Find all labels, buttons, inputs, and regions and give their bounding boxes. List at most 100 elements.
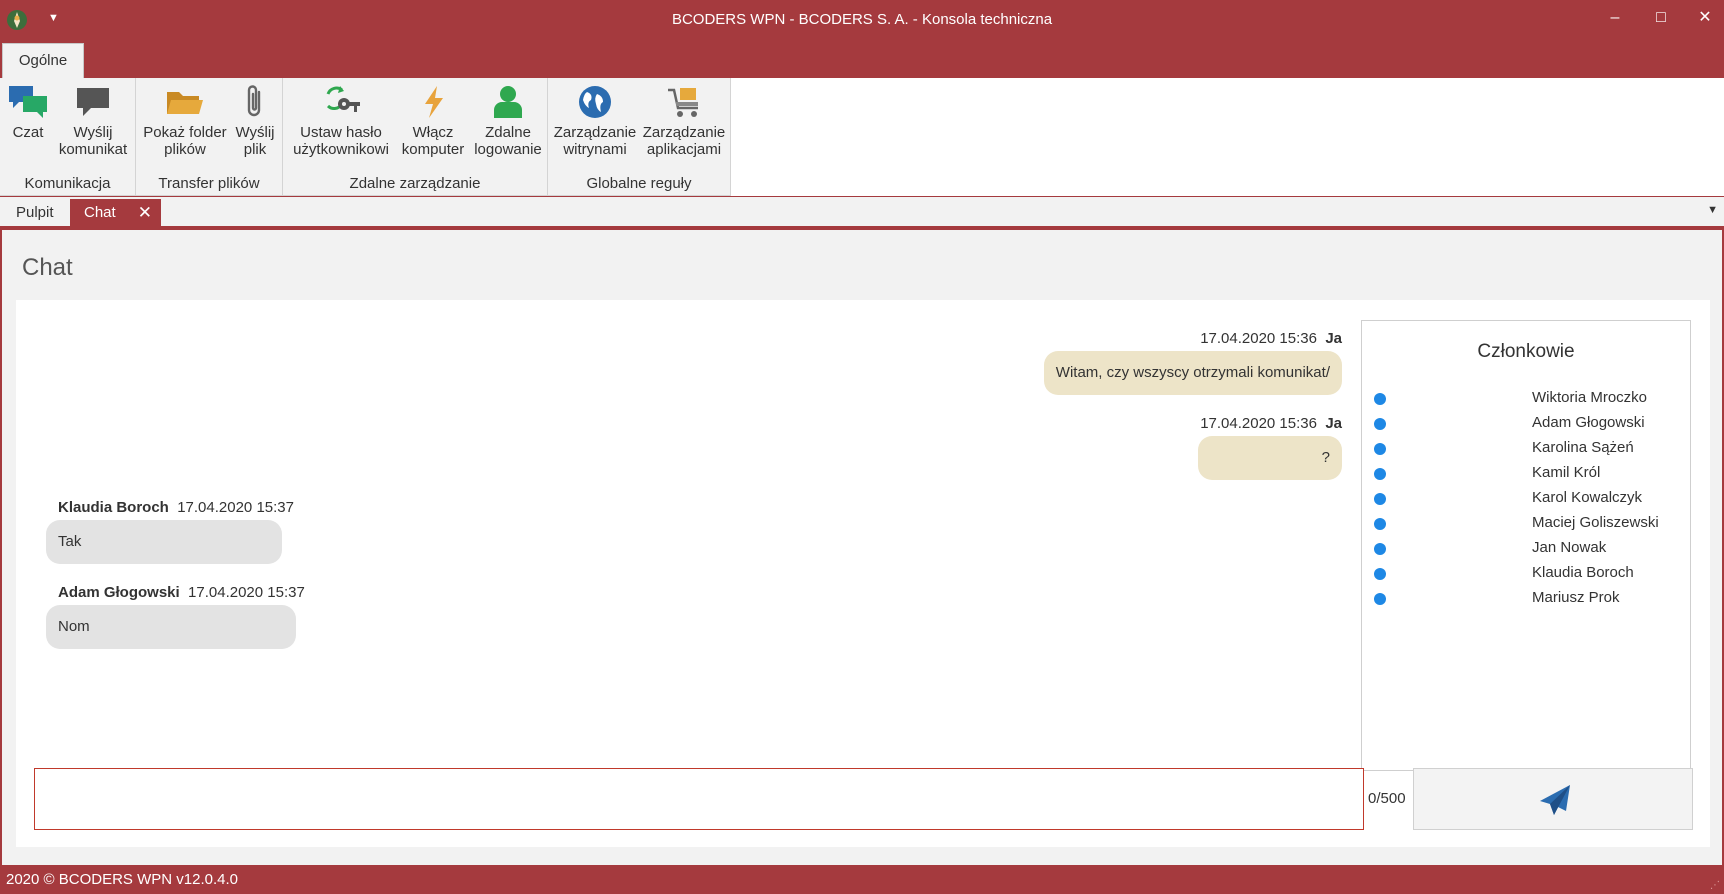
message-time: 17.04.2020 15:37	[177, 499, 294, 516]
member-name: Wiktoria Mroczko	[1532, 389, 1648, 406]
message-bubble: Witam, czy wszyscy otrzymali komunikat/	[1043, 351, 1342, 395]
member-item[interactable]: Mariusz Prok	[1362, 588, 1690, 613]
member-name: Jan Nowak	[1532, 539, 1607, 556]
group-label: Zdalne zarządzanie	[349, 175, 481, 192]
chat-message-outgoing: 17.04.2020 15:36 Ja ?	[1198, 415, 1342, 480]
online-status-icon	[1374, 543, 1386, 555]
members-title: Członkowie	[1477, 341, 1575, 362]
manage-sites-button[interactable]: Zarządzanie witrynami	[552, 84, 638, 158]
member-name: Mariusz Prok	[1532, 589, 1620, 606]
chat-panel: 17.04.2020 15:36 Ja Witam, czy wszyscy o…	[16, 300, 1710, 847]
member-item[interactable]: Adam Głogowski	[1362, 413, 1690, 438]
message-bubble: Nom	[46, 605, 296, 649]
chat-button[interactable]: Czat	[6, 84, 50, 141]
group-label: Transfer plików	[158, 175, 260, 192]
message-meta: 17.04.2020 15:36 Ja	[1198, 415, 1342, 432]
online-status-icon	[1374, 493, 1386, 505]
tabs-dropdown-icon[interactable]: ▼	[1707, 204, 1718, 216]
message-icon	[77, 88, 109, 116]
member-item[interactable]: Klaudia Boroch	[1362, 563, 1690, 588]
member-item[interactable]: Karol Kowalczyk	[1362, 488, 1690, 513]
member-item[interactable]: Wiktoria Mroczko	[1362, 388, 1690, 413]
cart-icon	[668, 88, 698, 117]
ribbon-group-zdalne: Ustaw hasło użytkownikowi Włącz komputer…	[283, 78, 548, 196]
message-bubble: Tak	[46, 520, 282, 564]
copyright-text: 2020 © BCODERS WPN v12.0.4.0	[6, 871, 238, 888]
member-item[interactable]: Karolina Sążeń	[1362, 438, 1690, 463]
resize-grip-icon[interactable]: ⋰	[1710, 872, 1720, 894]
online-status-icon	[1374, 593, 1386, 605]
send-file-button[interactable]: Wyślij plik	[232, 84, 278, 158]
lightning-icon	[425, 86, 443, 118]
message-author: Ja	[1325, 330, 1342, 347]
tab-pulpit[interactable]: Pulpit	[2, 199, 68, 228]
online-status-icon	[1374, 418, 1386, 430]
message-author: Ja	[1325, 415, 1342, 432]
wake-computer-button[interactable]: Włącz komputer	[395, 84, 471, 158]
send-paper-plane-icon	[1540, 785, 1570, 815]
send-message-button[interactable]: Wyślij komunikat	[56, 84, 130, 158]
tab-chat-label: Chat	[84, 204, 116, 221]
window-title: BCODERS WPN - BCODERS S. A. - Konsola te…	[671, 11, 1053, 28]
title-bar: ▼ BCODERS WPN - BCODERS S. A. - Konsola …	[0, 0, 1724, 40]
ribbon-group-globalne: Zarządzanie witrynami Zarządzanie aplika…	[548, 78, 731, 196]
group-label: Globalne reguły	[586, 175, 692, 192]
close-button[interactable]: ✕	[1690, 6, 1720, 32]
chat-message-incoming: Adam Głogowski 17.04.2020 15:37 Nom	[46, 584, 305, 649]
member-name: Adam Głogowski	[1532, 414, 1645, 431]
chat-page: Chat 17.04.2020 15:36 Ja Witam, czy wszy…	[2, 230, 1722, 865]
maximize-button[interactable]: □	[1646, 6, 1676, 32]
online-status-icon	[1374, 568, 1386, 580]
member-item[interactable]: Maciej Goliszewski	[1362, 513, 1690, 538]
ribbon-group-transfer: Pokaż folder plików Wyślij plik Transfer…	[136, 78, 283, 196]
folder-icon	[167, 92, 203, 114]
online-status-icon	[1374, 518, 1386, 530]
message-meta: Klaudia Boroch 17.04.2020 15:37	[46, 499, 294, 516]
members-panel: Członkowie Wiktoria Mroczko Adam Głogows…	[1361, 320, 1691, 771]
minimize-button[interactable]: –	[1600, 6, 1630, 32]
message-author: Adam Głogowski	[58, 584, 180, 601]
message-input-box[interactable]	[34, 768, 1364, 830]
chat-bubbles-icon	[9, 86, 47, 118]
ribbon-empty-area	[731, 78, 1724, 196]
online-status-icon	[1374, 443, 1386, 455]
manage-apps-button[interactable]: Zarządzanie aplikacjami	[640, 84, 728, 158]
document-tab-bar: Pulpit Chat ✕ ▼	[0, 197, 1724, 228]
ribbon-group-komunikacja: Czat Wyślij komunikat Komunikacja	[0, 78, 136, 196]
tab-chat[interactable]: Chat ✕	[70, 199, 161, 228]
send-button[interactable]	[1413, 768, 1693, 830]
message-author: Klaudia Boroch	[58, 499, 169, 516]
ribbon: Czat Wyślij komunikat Komunikacja Pokaż …	[0, 78, 1724, 196]
key-refresh-icon	[326, 86, 360, 112]
globe-icon	[579, 86, 611, 118]
set-password-button[interactable]: Ustaw hasło użytkownikowi	[289, 84, 393, 158]
message-time: 17.04.2020 15:36	[1200, 415, 1317, 432]
chat-message-incoming: Klaudia Boroch 17.04.2020 15:37 Tak	[46, 499, 294, 564]
member-name: Karol Kowalczyk	[1532, 489, 1643, 506]
status-bar: 2020 © BCODERS WPN v12.0.4.0 ⋰	[0, 866, 1724, 894]
message-input[interactable]	[35, 769, 1363, 829]
member-name: Kamil Król	[1532, 464, 1601, 481]
message-meta: 17.04.2020 15:36 Ja	[1044, 330, 1342, 347]
member-name: Maciej Goliszewski	[1532, 514, 1659, 531]
member-item[interactable]: Jan Nowak	[1362, 538, 1690, 563]
show-folder-button[interactable]: Pokaż folder plików	[142, 84, 228, 158]
ribbon-tab-ogolne[interactable]: Ogólne	[2, 43, 84, 79]
group-label: Komunikacja	[24, 175, 111, 192]
member-name: Karolina Sążeń	[1532, 439, 1634, 456]
user-icon	[494, 86, 522, 118]
ribbon-tab-bar: Ogólne	[0, 40, 1724, 79]
char-counter: 0/500	[1368, 790, 1406, 807]
online-status-icon	[1374, 393, 1386, 405]
online-status-icon	[1374, 468, 1386, 480]
remote-login-button[interactable]: Zdalne logowanie	[471, 84, 545, 158]
paperclip-icon	[247, 85, 261, 117]
message-bubble: ?	[1198, 436, 1342, 480]
message-time: 17.04.2020 15:36	[1200, 330, 1317, 347]
close-icon[interactable]: ✕	[138, 199, 152, 227]
chat-message-outgoing: 17.04.2020 15:36 Ja Witam, czy wszyscy o…	[1043, 330, 1342, 395]
message-time: 17.04.2020 15:37	[188, 584, 305, 601]
message-meta: Adam Głogowski 17.04.2020 15:37	[46, 584, 305, 601]
member-item[interactable]: Kamil Król	[1362, 463, 1690, 488]
member-name: Klaudia Boroch	[1532, 564, 1634, 581]
